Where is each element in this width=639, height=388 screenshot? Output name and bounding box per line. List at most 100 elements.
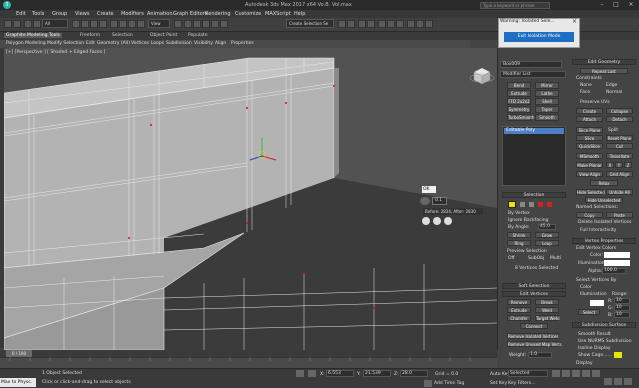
cancel-icon[interactable] [444, 217, 452, 225]
sv-illumination-radio[interactable]: Illumination [580, 292, 607, 297]
menu-graph-editors[interactable]: Graph Editors [173, 11, 207, 17]
shell-button[interactable]: Shell [535, 98, 559, 105]
msmooth-button[interactable]: MSmooth [576, 153, 603, 159]
tab-selection[interactable]: Selection [112, 33, 133, 38]
align-icon[interactable] [347, 20, 355, 28]
select-color-swatch[interactable] [590, 300, 604, 306]
reset-plane-button[interactable]: Reset Plane [606, 135, 633, 141]
range-g-input[interactable]: 10 [614, 305, 630, 311]
z-coord-input[interactable]: 28.0 [400, 370, 428, 377]
preserve-uvs-checkbox[interactable]: Preserve UVs [580, 100, 610, 105]
ribbon-modify-selection[interactable]: Modify Selection [47, 41, 84, 46]
rotate-icon[interactable] [119, 20, 127, 28]
cage-color-swatch[interactable] [614, 352, 622, 358]
modifier-list-dropdown[interactable]: Modifier List [500, 71, 566, 78]
element-level-icon[interactable] [547, 202, 552, 207]
sv-color-radio[interactable]: Color [580, 285, 592, 290]
preview-multi-radio[interactable]: Multi [550, 256, 561, 261]
selection-filter-dropdown[interactable]: All [42, 19, 68, 28]
slice-plane-button[interactable]: Slice Plane [576, 127, 603, 133]
spinner-snap-icon[interactable] [211, 20, 219, 28]
orbit-icon[interactable] [624, 378, 632, 385]
chamfer-button[interactable]: Chamfer [507, 315, 531, 321]
show-cage-checkbox[interactable]: Show Cage...... [578, 353, 612, 358]
redo-icon[interactable] [13, 20, 21, 28]
menu-help[interactable]: Help [294, 11, 305, 17]
range-r-input[interactable]: 10 [614, 298, 630, 304]
split-checkbox[interactable]: Split [608, 128, 618, 133]
polygon-level-icon[interactable] [538, 202, 543, 207]
render-setup-icon[interactable] [407, 20, 415, 28]
y-button[interactable]: Y [615, 162, 623, 168]
constraint-face-radio[interactable]: Face [580, 90, 590, 95]
curve-editor-icon[interactable] [378, 20, 386, 28]
percent-snap-icon[interactable] [202, 20, 210, 28]
collapse-button[interactable]: Collapse [606, 108, 633, 114]
ribbon-loops[interactable]: Loops [151, 41, 164, 46]
edge-level-icon[interactable] [520, 202, 525, 207]
weld-threshold-input[interactable]: 0.1 [432, 197, 447, 205]
angle-snap-icon[interactable] [193, 20, 201, 28]
alpha-input[interactable]: 100.0 [602, 268, 626, 274]
edit-vertices-rollout[interactable]: Edit Vertices [502, 291, 566, 297]
break-button[interactable]: Break [535, 299, 559, 305]
place-icon[interactable] [137, 20, 145, 28]
attach-button[interactable]: Attach [576, 116, 603, 122]
exit-isolation-mode-button[interactable]: Exit Isolation Mode [504, 32, 574, 42]
vertex-color-swatch[interactable] [604, 252, 630, 258]
menu-customize[interactable]: Customize [235, 11, 261, 17]
border-level-icon[interactable] [529, 202, 534, 207]
ribbon-vertices[interactable]: Vertices [131, 41, 149, 46]
ribbon-polygon-modeling[interactable]: Polygon Modeling [6, 41, 46, 46]
smooth-button[interactable]: Smooth [535, 114, 559, 121]
menu-group[interactable]: Group [52, 11, 67, 17]
ribbon-edit[interactable]: Edit [86, 41, 95, 46]
ribbon-visibility[interactable]: Visibility [194, 41, 213, 46]
bend-button[interactable]: Bend [507, 82, 531, 89]
connect-button[interactable]: Connect [520, 323, 548, 329]
mirror-icon[interactable] [338, 20, 346, 28]
menu-edit[interactable]: Edit [16, 11, 26, 17]
loop-button[interactable]: Loop [535, 240, 559, 246]
app-logo-icon[interactable]: 3 [3, 1, 11, 9]
next-frame-icon[interactable] [582, 370, 590, 377]
remove-isolated-vertices-button[interactable]: Remove Isolated Vertices [507, 333, 559, 339]
key-mode-dropdown[interactable]: Selected [508, 370, 548, 377]
preview-subobj-radio[interactable]: SubObj [528, 256, 544, 261]
render-frame-icon[interactable] [416, 20, 424, 28]
by-vertex-checkbox[interactable]: By Vertex [508, 211, 530, 216]
lock-selection-icon[interactable] [296, 370, 304, 377]
ribbon-align[interactable]: Align [215, 41, 226, 46]
link-icon[interactable] [24, 20, 32, 28]
material-editor-icon[interactable] [396, 20, 404, 28]
preview-off-radio[interactable]: Off [508, 256, 515, 261]
hide-selected-button[interactable]: Hide Selected [576, 189, 605, 195]
pivot-icon[interactable] [174, 20, 182, 28]
slice-button[interactable]: Slice [576, 135, 603, 141]
copy-button[interactable]: Copy [576, 212, 603, 218]
select-button[interactable]: Select [578, 309, 600, 315]
z-button[interactable]: Z [624, 162, 632, 168]
turbosmooth-button[interactable]: TurboSmooth [507, 114, 534, 121]
window-crossing-icon[interactable] [99, 20, 107, 28]
close-window-button[interactable]: × [624, 1, 638, 9]
ribbon-subdivision[interactable]: Subdivision [166, 41, 192, 46]
ok-check-icon[interactable] [422, 217, 430, 225]
detach-button[interactable]: Detach [606, 116, 633, 122]
vertex-properties-rollout[interactable]: Vertex Properties [572, 238, 636, 244]
mirror-button[interactable]: Mirror [535, 82, 559, 89]
viewport-label[interactable]: [+] [Perspective ] [ Shaded + Edged Face… [6, 50, 105, 55]
play-icon[interactable] [572, 370, 580, 377]
rect-selection-icon[interactable] [90, 20, 98, 28]
repeat-last-button[interactable]: Repeat Last [580, 68, 628, 74]
minimize-button[interactable]: – [595, 1, 609, 9]
maximize-button[interactable]: □ [609, 1, 623, 9]
lathe-button[interactable]: Lathe [535, 90, 559, 97]
by-angle-input[interactable]: 45.0 [538, 224, 556, 230]
taper-button[interactable]: Taper [535, 106, 559, 113]
time-slider[interactable] [0, 350, 497, 357]
menu-create[interactable]: Create [97, 11, 114, 17]
ribbon-geometry-all[interactable]: Geometry (All) [97, 41, 130, 46]
ffd-button[interactable]: FFD 2x2x2 [507, 98, 531, 105]
ribbon-properties[interactable]: Properties [231, 41, 254, 46]
